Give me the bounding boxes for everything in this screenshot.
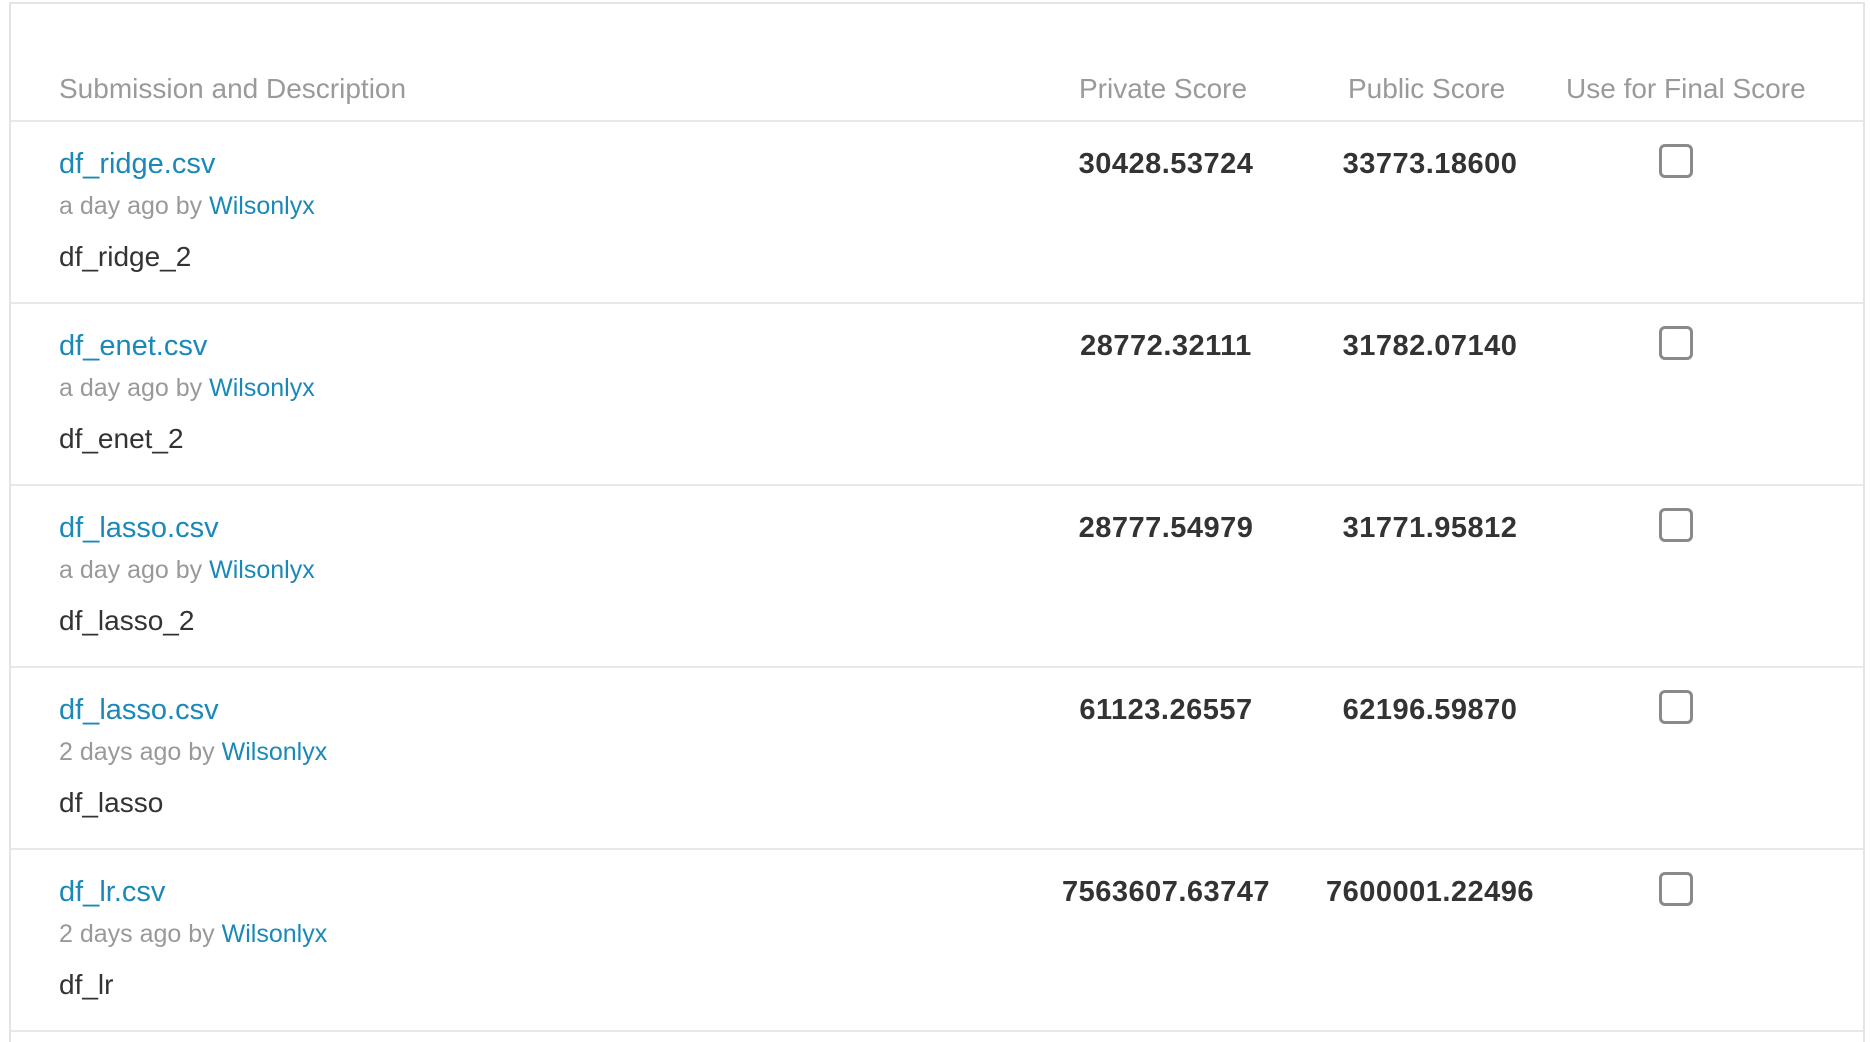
submission-user-link[interactable]: Wilsonlyx (222, 920, 328, 948)
column-header-public-score[interactable]: Public Score (1348, 72, 1505, 106)
public-score: 31782.07140 (1342, 330, 1518, 362)
table-row: df_enet.csv a day ago by Wilsonlyx df_en… (11, 304, 1863, 486)
table-header: Submission and Description Private Score… (11, 4, 1863, 122)
submission-meta: 2 days ago by Wilsonlyx (59, 919, 327, 949)
submission-time: a day ago (59, 374, 169, 402)
submission-time: 2 days ago (59, 920, 182, 948)
submission-meta: 2 days ago by Wilsonlyx (59, 737, 327, 767)
submission-user-link[interactable]: Wilsonlyx (209, 192, 315, 220)
table-row: df_lr.csv 2 days ago by Wilsonlyx df_lr … (11, 850, 1863, 1032)
submission-description: df_enet_2 (59, 423, 184, 454)
public-score: 33773.18600 (1342, 148, 1518, 180)
submission-user-link[interactable]: Wilsonlyx (209, 374, 315, 402)
use-for-final-checkbox[interactable] (1659, 690, 1693, 724)
submission-description: df_lasso_2 (59, 605, 195, 636)
use-for-final-checkbox[interactable] (1659, 326, 1693, 360)
table-row: df_ridge.csv a day ago by Wilsonlyx df_r… (11, 122, 1863, 304)
column-header-use-for-final: Use for Final Score (1566, 73, 1806, 104)
private-score: 61123.26557 (1079, 694, 1253, 726)
submission-by-label: by (175, 556, 203, 584)
table-row: df_lasso.csv 2 days ago by Wilsonlyx df_… (11, 668, 1863, 850)
submission-by-label: by (188, 920, 215, 948)
public-score: 7600001.22496 (1325, 876, 1535, 908)
submission-file-link[interactable]: df_lr.csv (59, 874, 165, 910)
submission-description: df_lasso (59, 787, 164, 818)
submission-by-label: by (175, 192, 203, 220)
private-score: 28772.32111 (1080, 330, 1252, 362)
column-header-submission[interactable]: Submission and Description (59, 72, 406, 106)
submission-meta: a day ago by Wilsonlyx (59, 555, 315, 585)
use-for-final-checkbox[interactable] (1659, 144, 1693, 178)
submission-file-link[interactable]: df_ridge.csv (59, 146, 215, 182)
private-score: 30428.53724 (1078, 148, 1254, 180)
public-score: 62196.59870 (1342, 694, 1518, 726)
submission-file-link[interactable]: df_lasso.csv (59, 510, 219, 546)
submission-meta: a day ago by Wilsonlyx (59, 191, 315, 221)
submission-time: 2 days ago (59, 738, 182, 766)
column-header-private-score[interactable]: Private Score (1079, 72, 1247, 106)
submission-time: a day ago (59, 556, 169, 584)
submission-by-label: by (175, 374, 203, 402)
submission-by-label: by (188, 738, 215, 766)
submission-meta: a day ago by Wilsonlyx (59, 373, 315, 403)
table-row: df_lasso.csv a day ago by Wilsonlyx df_l… (11, 486, 1863, 668)
submission-file-link[interactable]: df_lasso.csv (59, 692, 219, 728)
submission-time: a day ago (59, 192, 169, 220)
submission-file-link[interactable]: df_enet.csv (59, 328, 207, 364)
use-for-final-checkbox[interactable] (1659, 872, 1693, 906)
public-score: 31771.95812 (1342, 512, 1518, 544)
submission-user-link[interactable]: Wilsonlyx (222, 738, 328, 766)
submission-user-link[interactable]: Wilsonlyx (209, 556, 315, 584)
submission-description: df_ridge_2 (59, 241, 192, 272)
private-score: 7563607.63747 (1061, 876, 1271, 908)
use-for-final-checkbox[interactable] (1659, 508, 1693, 542)
private-score: 28777.54979 (1078, 512, 1254, 544)
submission-description: df_lr (59, 969, 114, 1000)
submissions-table: Submission and Description Private Score… (9, 2, 1865, 1042)
